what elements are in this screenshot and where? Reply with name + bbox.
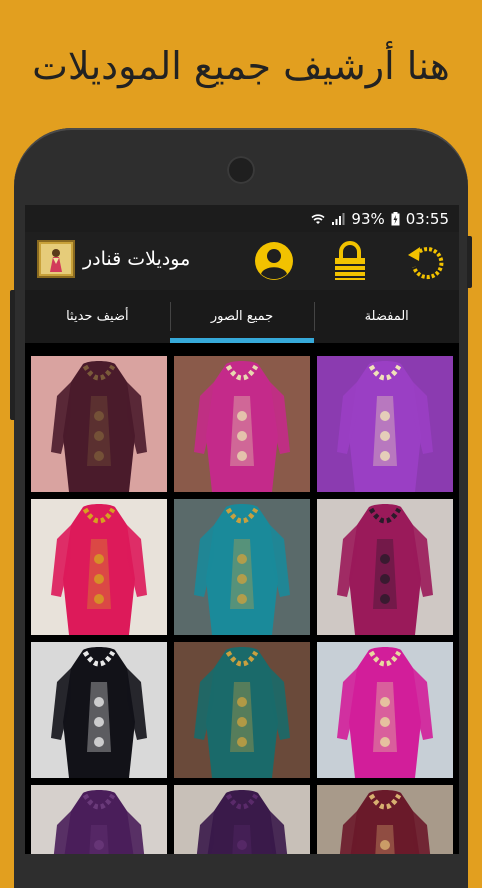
- tab-all-images[interactable]: جميع الصور: [169, 290, 315, 343]
- tab-bar: أضيف حديثا جميع الصور المفضلة: [25, 290, 459, 343]
- battery-icon: [391, 211, 400, 226]
- lock-icon: [335, 241, 365, 280]
- gallery-thumbnail[interactable]: [31, 499, 167, 635]
- refresh-button[interactable]: [405, 240, 447, 282]
- gallery-thumbnail[interactable]: [317, 642, 453, 778]
- tab-favorites[interactable]: المفضلة: [314, 290, 459, 343]
- phone-side-button: [10, 290, 15, 420]
- gallery-thumbnail[interactable]: [31, 356, 167, 492]
- app-branding: موديلات قنادر: [37, 240, 190, 278]
- dress-photo: [317, 642, 453, 778]
- gallery-thumbnail[interactable]: [31, 642, 167, 778]
- app-logo: [37, 240, 75, 278]
- dress-photo: [31, 785, 167, 854]
- promo-title: هنا أرشيف جميع الموديلات: [32, 44, 450, 88]
- gallery-thumbnail[interactable]: [174, 356, 310, 492]
- status-bar: 93% 03:55: [25, 205, 459, 232]
- wifi-icon: [311, 213, 325, 225]
- gallery-thumbnail[interactable]: [174, 785, 310, 854]
- dress-photo: [317, 356, 453, 492]
- dress-photo: [174, 642, 310, 778]
- dress-photo: [317, 499, 453, 635]
- gallery-thumbnail[interactable]: [31, 785, 167, 854]
- image-gallery: [31, 356, 453, 854]
- app-title: موديلات قنادر: [83, 248, 191, 270]
- gallery-thumbnail[interactable]: [317, 499, 453, 635]
- profile-icon: [255, 242, 293, 280]
- dress-photo: [317, 785, 453, 854]
- gallery-thumbnail[interactable]: [317, 785, 453, 854]
- dress-photo: [174, 499, 310, 635]
- tab-recent[interactable]: أضيف حديثا: [25, 290, 170, 343]
- signal-icon: [331, 212, 345, 226]
- dress-photo: [174, 356, 310, 492]
- gallery-thumbnail[interactable]: [174, 642, 310, 778]
- gallery-thumbnail[interactable]: [174, 499, 310, 635]
- lock-button[interactable]: [329, 240, 371, 282]
- phone-camera: [227, 156, 255, 184]
- dress-photo: [174, 785, 310, 854]
- dress-photo: [31, 499, 167, 635]
- refresh-icon: [408, 247, 444, 280]
- dress-photo: [31, 642, 167, 778]
- app-actions: [253, 240, 447, 282]
- app-bar: موديلات قنادر: [25, 232, 459, 290]
- dress-photo: [31, 356, 167, 492]
- gallery-thumbnail[interactable]: [317, 356, 453, 492]
- battery-percent: 93%: [351, 209, 385, 228]
- profile-button[interactable]: [253, 240, 295, 282]
- app-screen: 93% 03:55 موديلات قنادر أضيف حديثا جميع: [25, 205, 459, 854]
- phone-side-button: [467, 236, 472, 288]
- clock: 03:55: [405, 209, 449, 228]
